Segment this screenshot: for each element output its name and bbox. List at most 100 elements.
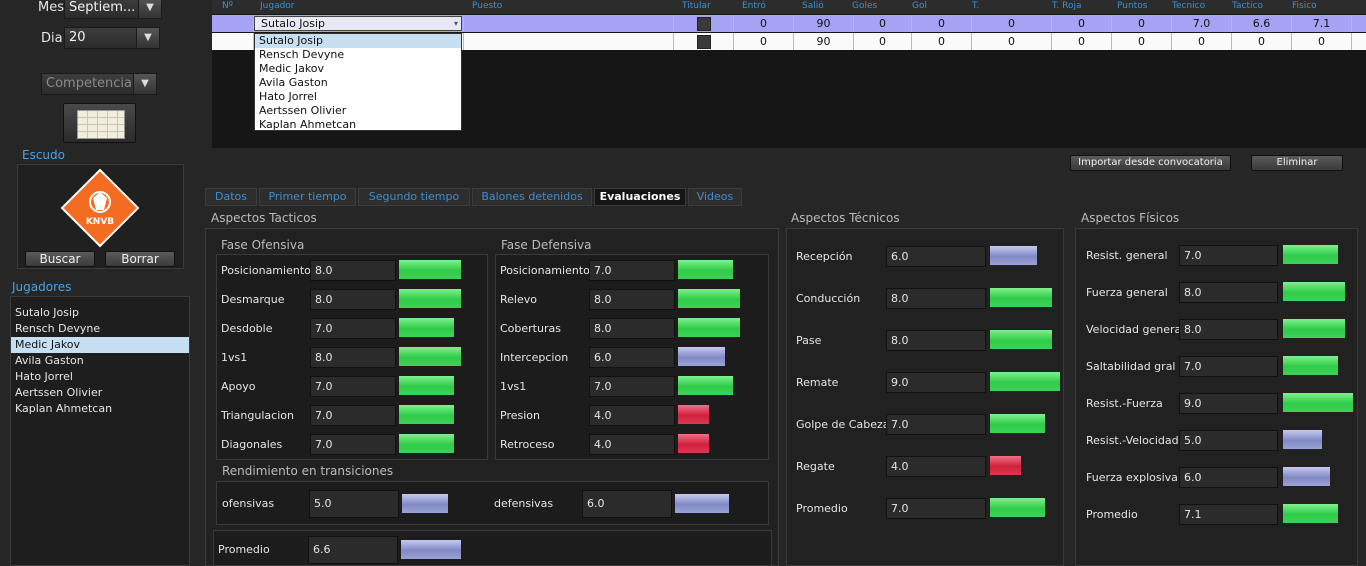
- tab-balones-detenidos[interactable]: Balones detenidos: [472, 188, 592, 206]
- dia-select[interactable]: 20 ▼: [64, 27, 160, 49]
- metric-value[interactable]: 7.0: [310, 434, 396, 455]
- table-cell[interactable]: 0: [912, 15, 972, 32]
- dropdown-option[interactable]: Medic Jakov: [255, 62, 461, 76]
- metric-value[interactable]: 4.0: [886, 456, 986, 477]
- chevron-down-icon[interactable]: ▼: [138, 0, 161, 18]
- dropdown-option[interactable]: Avila Gaston: [255, 76, 461, 90]
- metric-value[interactable]: 8.0: [589, 318, 675, 339]
- jugador-combo[interactable]: Sutalo Josip ▾: [254, 16, 462, 31]
- list-item[interactable]: Medic Jakov: [11, 337, 189, 353]
- table-cell[interactable]: [212, 15, 254, 32]
- titular-checkbox[interactable]: [696, 17, 711, 31]
- table-cell[interactable]: [674, 33, 734, 50]
- metric-value[interactable]: 8.0: [310, 260, 396, 281]
- metric-value[interactable]: 8.0: [886, 288, 986, 309]
- metric-value[interactable]: 7.0: [310, 405, 396, 426]
- table-cell[interactable]: 0: [1292, 33, 1352, 50]
- column-header[interactable]: Titular: [682, 1, 711, 11]
- metric-value[interactable]: 9.0: [886, 372, 986, 393]
- table-cell[interactable]: 7.1: [1292, 15, 1352, 32]
- table-cell[interactable]: 0: [854, 33, 912, 50]
- table-cell[interactable]: 0: [734, 15, 794, 32]
- column-header[interactable]: T.: [972, 1, 979, 11]
- tab-primer-tiempo[interactable]: Primer tiempo: [259, 188, 356, 206]
- table-cell[interactable]: 0: [972, 33, 1052, 50]
- column-header[interactable]: Entró: [742, 1, 766, 11]
- list-item[interactable]: Kaplan Ahmetcan: [11, 401, 189, 417]
- column-header[interactable]: Tactico: [1232, 1, 1263, 11]
- metric-value[interactable]: 7.0: [886, 414, 986, 435]
- calendar-button[interactable]: [63, 103, 136, 143]
- metric-value[interactable]: 7.0: [886, 498, 986, 519]
- metric-value[interactable]: 4.0: [589, 405, 675, 426]
- table-cell[interactable]: 7.0: [1172, 15, 1232, 32]
- metric-value[interactable]: 4.0: [589, 434, 675, 455]
- metric-value[interactable]: 5.0: [1179, 430, 1278, 451]
- table-cell[interactable]: 0: [912, 33, 972, 50]
- table-cell[interactable]: 0: [1052, 15, 1112, 32]
- dropdown-option[interactable]: Rensch Devyne: [255, 48, 461, 62]
- list-item[interactable]: Hato Jorrel: [11, 369, 189, 385]
- metric-value[interactable]: 6.0: [589, 347, 675, 368]
- metric-value[interactable]: 7.0: [589, 260, 675, 281]
- dropdown-option[interactable]: Kaplan Ahmetcan: [255, 118, 461, 132]
- table-cell[interactable]: 0: [1112, 33, 1172, 50]
- ofensivas-value[interactable]: 5.0: [309, 490, 399, 518]
- table-cell[interactable]: [464, 33, 674, 50]
- table-cell[interactable]: 0: [1172, 33, 1232, 50]
- dropdown-option[interactable]: Hato Jorrel: [255, 90, 461, 104]
- metric-value[interactable]: 8.0: [589, 289, 675, 310]
- chevron-down-icon[interactable]: ▾: [454, 17, 458, 30]
- metric-value[interactable]: 7.0: [589, 376, 675, 397]
- column-header[interactable]: Tecnico: [1172, 1, 1205, 11]
- table-cell[interactable]: [212, 33, 254, 50]
- metric-value[interactable]: 6.0: [886, 246, 986, 267]
- eliminar-button[interactable]: Eliminar: [1251, 155, 1343, 171]
- column-header[interactable]: Puesto: [472, 1, 502, 11]
- list-item[interactable]: Sutalo Josip: [11, 305, 189, 321]
- metric-value[interactable]: 7.0: [310, 318, 396, 339]
- metric-value[interactable]: 8.0: [1179, 319, 1278, 340]
- table-cell[interactable]: 90: [794, 15, 854, 32]
- metric-value[interactable]: 8.0: [1179, 282, 1278, 303]
- tab-segundo-tiempo[interactable]: Segundo tiempo: [358, 188, 470, 206]
- table-cell[interactable]: 0: [854, 15, 912, 32]
- competencia-select[interactable]: Competencia ▼: [41, 73, 157, 95]
- tab-datos[interactable]: Datos: [205, 188, 257, 206]
- table-cell[interactable]: 90: [794, 33, 854, 50]
- column-header[interactable]: Gol: [912, 1, 927, 11]
- titular-checkbox[interactable]: [696, 35, 711, 49]
- metric-value[interactable]: 7.1: [1179, 504, 1278, 525]
- column-header[interactable]: Salió: [802, 1, 824, 11]
- metric-value[interactable]: 7.0: [1179, 245, 1278, 266]
- table-cell[interactable]: 0: [1052, 33, 1112, 50]
- jugador-dropdown-list[interactable]: Sutalo Josip Rensch Devyne Medic Jakov Avil…: [254, 33, 462, 131]
- column-header[interactable]: Nº: [222, 1, 233, 11]
- tab-evaluaciones[interactable]: Evaluaciones: [594, 188, 686, 206]
- mes-select[interactable]: Septiem... ▼: [64, 0, 162, 19]
- chevron-down-icon[interactable]: ▼: [136, 28, 159, 48]
- table-cell[interactable]: 0: [1112, 15, 1172, 32]
- table-cell[interactable]: 0: [734, 33, 794, 50]
- column-header[interactable]: Fisico: [1292, 1, 1317, 11]
- metric-value[interactable]: 8.0: [886, 330, 986, 351]
- jugadores-list[interactable]: Sutalo Josip Rensch Devyne Medic Jakov Avil…: [10, 296, 190, 566]
- column-header[interactable]: Jugador: [260, 1, 295, 11]
- importar-button[interactable]: Importar desde convocatoria: [1070, 155, 1231, 171]
- metric-value[interactable]: 8.0: [310, 289, 396, 310]
- list-item[interactable]: Aertssen Olivier: [11, 385, 189, 401]
- tab-videos[interactable]: Videos: [688, 188, 742, 206]
- metric-value[interactable]: 7.0: [1179, 356, 1278, 377]
- table-cell[interactable]: 6.6: [1232, 15, 1292, 32]
- metric-value[interactable]: 8.0: [310, 347, 396, 368]
- list-item[interactable]: Rensch Devyne: [11, 321, 189, 337]
- column-header[interactable]: T. Roja: [1052, 1, 1082, 11]
- buscar-button[interactable]: Buscar: [25, 251, 95, 267]
- chevron-down-icon[interactable]: ▼: [133, 74, 156, 94]
- table-cell[interactable]: 0: [1232, 33, 1292, 50]
- promedio-tacticos-value[interactable]: 6.6: [308, 536, 398, 564]
- table-cell[interactable]: 0: [972, 15, 1052, 32]
- borrar-button[interactable]: Borrar: [105, 251, 175, 267]
- metric-value[interactable]: 7.0: [310, 376, 396, 397]
- list-item[interactable]: Avila Gaston: [11, 353, 189, 369]
